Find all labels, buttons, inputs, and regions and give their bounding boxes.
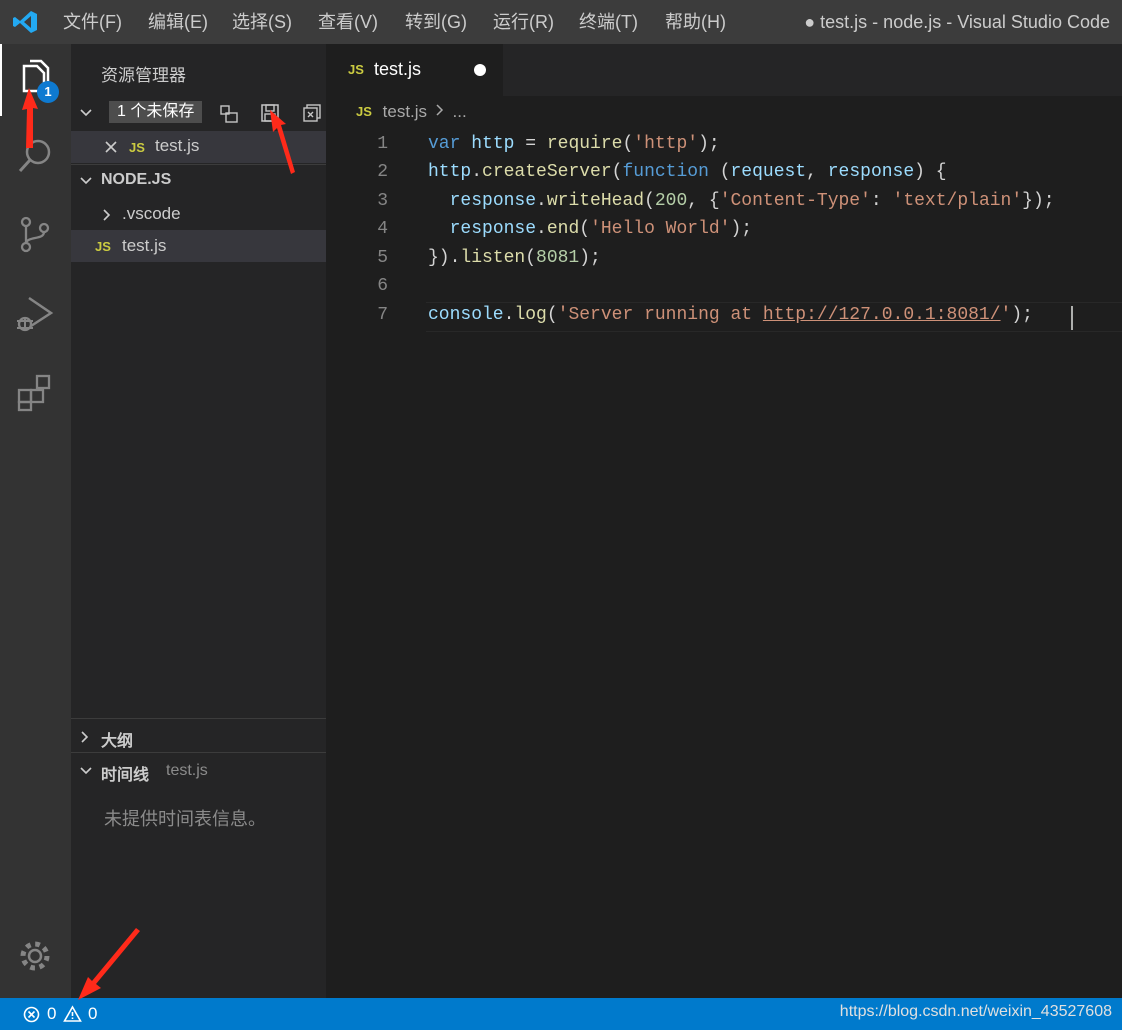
title-bar: 文件(F) 编辑(E) 选择(S) 查看(V) 转到(G) 运行(R) 终端(T… (0, 0, 1122, 44)
section-divider (71, 752, 326, 753)
open-editor-row[interactable]: JS test.js (71, 131, 326, 163)
menu-view[interactable]: 查看(V) (318, 0, 378, 44)
code-line-5[interactable]: }).listen(8081); (428, 248, 601, 268)
tab-label: test.js (374, 59, 422, 79)
extensions-icon[interactable] (15, 372, 55, 412)
tree-item-label: test.js (122, 236, 167, 255)
code-line-3[interactable]: response.writeHead(200, {'Content-Type':… (428, 191, 1055, 211)
status-bar: 0 0 https://blog.csdn.net/weixin_4352760… (0, 998, 1122, 1030)
unsaved-dot-icon[interactable] (474, 64, 486, 76)
outline-title[interactable]: 大纲 (101, 727, 133, 751)
section-divider (71, 164, 326, 165)
menu-go[interactable]: 转到(G) (405, 0, 467, 44)
window-title: ● test.js - node.js - Visual Studio Code (804, 12, 1110, 32)
chevron-down-icon[interactable] (79, 764, 93, 778)
close-all-icon[interactable] (301, 102, 323, 124)
code-line-1[interactable]: var http = require('http'); (428, 134, 720, 154)
warning-icon[interactable] (63, 1005, 82, 1023)
menu-selection[interactable]: 选择(S) (232, 0, 292, 44)
menu-file[interactable]: 文件(F) (63, 0, 122, 44)
open-editor-label: test.js (155, 136, 200, 155)
explorer-badge: 1 (37, 81, 59, 103)
tree-item-testjs[interactable]: JS test.js (71, 230, 326, 262)
code-line-2[interactable]: http.createServer(function (request, res… (428, 162, 947, 182)
line-number: 7 (377, 305, 388, 325)
js-file-icon: JS (356, 104, 372, 119)
unsaved-badge[interactable]: 1 个未保存 (109, 101, 203, 123)
search-icon[interactable] (15, 136, 55, 176)
close-icon[interactable] (104, 140, 118, 154)
chevron-right-icon[interactable] (79, 730, 91, 744)
menu-run[interactable]: 运行(R) (493, 0, 554, 44)
chevron-right-icon (436, 104, 443, 116)
warning-count[interactable]: 0 (88, 998, 97, 1030)
line-number: 2 (377, 162, 388, 182)
js-file-icon: JS (129, 140, 145, 155)
source-control-icon[interactable] (15, 214, 55, 254)
code-line-4[interactable]: response.end('Hello World'); (428, 219, 753, 239)
active-indicator (0, 44, 2, 116)
new-untitled-file-icon[interactable] (218, 103, 240, 125)
breadcrumb: JS test.js ... (356, 102, 467, 126)
code-line-7[interactable]: console.log('Server running at http://12… (428, 305, 1033, 325)
vscode-logo-icon (13, 11, 37, 33)
tree-item-vscode[interactable]: .vscode (71, 198, 326, 230)
menu-edit[interactable]: 编辑(E) (148, 0, 208, 44)
line-number: 5 (377, 248, 388, 268)
timeline-file: test.js (166, 762, 208, 779)
section-divider (71, 718, 326, 719)
watermark: https://blog.csdn.net/weixin_43527608 (839, 1003, 1112, 1020)
timeline-title[interactable]: 时间线 (101, 761, 149, 785)
error-icon[interactable] (23, 1006, 40, 1023)
line-number: 6 (377, 276, 388, 296)
folder-title[interactable]: NODE.JS (101, 171, 171, 189)
text-cursor (1071, 306, 1073, 330)
gear-icon[interactable] (15, 936, 55, 976)
chevron-down-icon[interactable] (79, 106, 93, 120)
activity-bar: 1 (0, 44, 71, 998)
breadcrumb-symbol[interactable]: ... (453, 102, 467, 121)
tab-bar: JS test.js (326, 44, 1122, 96)
menu-help[interactable]: 帮助(H) (665, 0, 726, 44)
explorer-sidebar: 资源管理器 1 个未保存 JS test.js NODE.JS .vscode (71, 44, 326, 998)
sidebar-title: 资源管理器 (101, 66, 186, 85)
menu-terminal[interactable]: 终端(T) (579, 0, 638, 44)
tree-item-label: .vscode (122, 204, 181, 223)
js-file-icon: JS (348, 62, 364, 77)
save-all-icon[interactable] (259, 102, 281, 124)
chevron-right-icon (103, 209, 111, 221)
editor-area: JS test.js JS test.js ... 1 2 3 4 5 6 7 … (326, 44, 1122, 998)
tab-testjs[interactable]: JS test.js (326, 44, 503, 96)
run-debug-icon[interactable] (15, 294, 55, 334)
chevron-down-icon[interactable] (79, 174, 93, 188)
line-number: 3 (377, 191, 388, 211)
breadcrumb-file[interactable]: test.js (383, 102, 427, 121)
line-number: 4 (377, 219, 388, 239)
error-count[interactable]: 0 (47, 998, 56, 1030)
js-file-icon: JS (95, 239, 111, 254)
timeline-empty-message: 未提供时间表信息。 (104, 809, 266, 829)
line-number: 1 (377, 134, 388, 154)
